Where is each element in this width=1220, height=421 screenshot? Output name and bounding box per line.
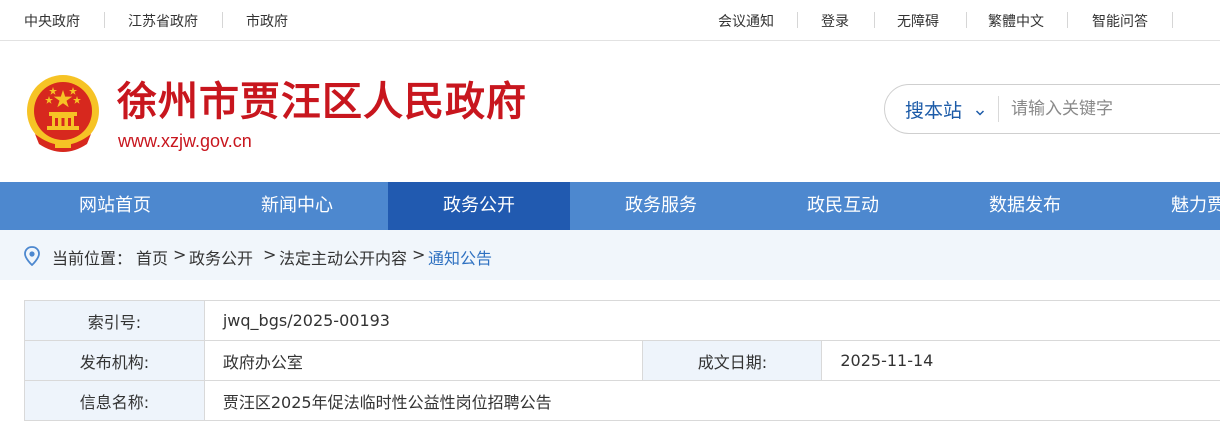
site-title[interactable]: 徐州市贾汪区人民政府 — [117, 76, 527, 128]
divider — [797, 12, 798, 28]
divider — [104, 12, 105, 28]
search-scope-select[interactable]: 搜本站 — [905, 96, 962, 123]
link-central-government[interactable]: 中央政府 — [24, 11, 80, 31]
divider — [966, 12, 967, 28]
date-value: 2025-11-14 — [822, 341, 1220, 381]
link-traditional-chinese[interactable]: 繁體中文 — [988, 11, 1044, 31]
link-login[interactable]: 登录 — [821, 11, 849, 31]
breadcrumb-item-government-affairs[interactable]: 政务公开 — [189, 245, 253, 269]
divider — [1172, 12, 1173, 28]
national-emblem-icon — [25, 74, 101, 154]
divider — [874, 12, 875, 28]
info-name-label: 信息名称: — [25, 381, 205, 421]
link-smart-qa[interactable]: 智能问答 — [1092, 11, 1148, 31]
chevron-down-icon[interactable] — [975, 103, 985, 113]
breadcrumb-label: 当前位置： — [52, 245, 132, 269]
publisher-label: 发布机构: — [25, 341, 205, 381]
breadcrumb: 当前位置： 首页 > 政务公开 > 法定主动公开内容 > 通知公告 — [0, 230, 1220, 280]
date-label: 成文日期: — [643, 341, 822, 381]
top-bar: 中央政府 江苏省政府 市政府 会议通知 登录 无障碍 繁體中文 智能问答 — [0, 0, 1220, 41]
nav-item-public-interaction[interactable]: 政民互动 — [752, 182, 934, 230]
nav-item-data-release[interactable]: 数据发布 — [934, 182, 1116, 230]
publisher-value: 政府办公室 — [204, 341, 643, 381]
divider — [222, 12, 223, 28]
link-accessibility[interactable]: 无障碍 — [897, 11, 939, 31]
document-info-table: 索引号: jwq_bgs/2025-00193 发布机构: 政府办公室 成文日期… — [24, 300, 1220, 421]
info-name-value: 贾汪区2025年促法临时性公益性岗位招聘公告 — [204, 381, 1220, 421]
link-meeting-notice[interactable]: 会议通知 — [718, 11, 774, 31]
nav-item-news[interactable]: 新闻中心 — [206, 182, 388, 230]
table-row: 发布机构: 政府办公室 成文日期: 2025-11-14 — [25, 341, 1220, 381]
search-input[interactable] — [1011, 93, 1220, 125]
divider — [1067, 12, 1068, 28]
search-box: 搜本站 — [884, 84, 1220, 134]
search-divider — [998, 96, 999, 122]
link-jiangsu-government[interactable]: 江苏省政府 — [128, 11, 198, 31]
location-pin-icon — [23, 246, 41, 266]
nav-item-government-affairs-disclosure[interactable]: 政务公开 — [388, 182, 570, 230]
site-url[interactable]: www.xzjw.gov.cn — [118, 131, 252, 152]
link-city-government[interactable]: 市政府 — [246, 11, 288, 31]
breadcrumb-item-notices[interactable]: 通知公告 — [428, 245, 492, 269]
breadcrumb-separator: > — [173, 245, 186, 264]
table-row: 索引号: jwq_bgs/2025-00193 — [25, 301, 1220, 341]
breadcrumb-item-home[interactable]: 首页 — [136, 245, 168, 269]
index-label: 索引号: — [25, 301, 205, 341]
nav-item-home[interactable]: 网站首页 — [24, 182, 206, 230]
table-row: 信息名称: 贾汪区2025年促法临时性公益性岗位招聘公告 — [25, 381, 1220, 421]
nav-item-government-services[interactable]: 政务服务 — [570, 182, 752, 230]
main-nav: 网站首页 新闻中心 政务公开 政务服务 政民互动 数据发布 魅力贾汪 — [0, 182, 1220, 230]
breadcrumb-separator: > — [412, 245, 425, 264]
breadcrumb-separator: > — [263, 245, 276, 264]
index-value: jwq_bgs/2025-00193 — [204, 301, 1220, 341]
nav-item-charm-jiawang[interactable]: 魅力贾汪 — [1116, 182, 1220, 230]
breadcrumb-item-statutory-disclosure[interactable]: 法定主动公开内容 — [279, 245, 407, 269]
